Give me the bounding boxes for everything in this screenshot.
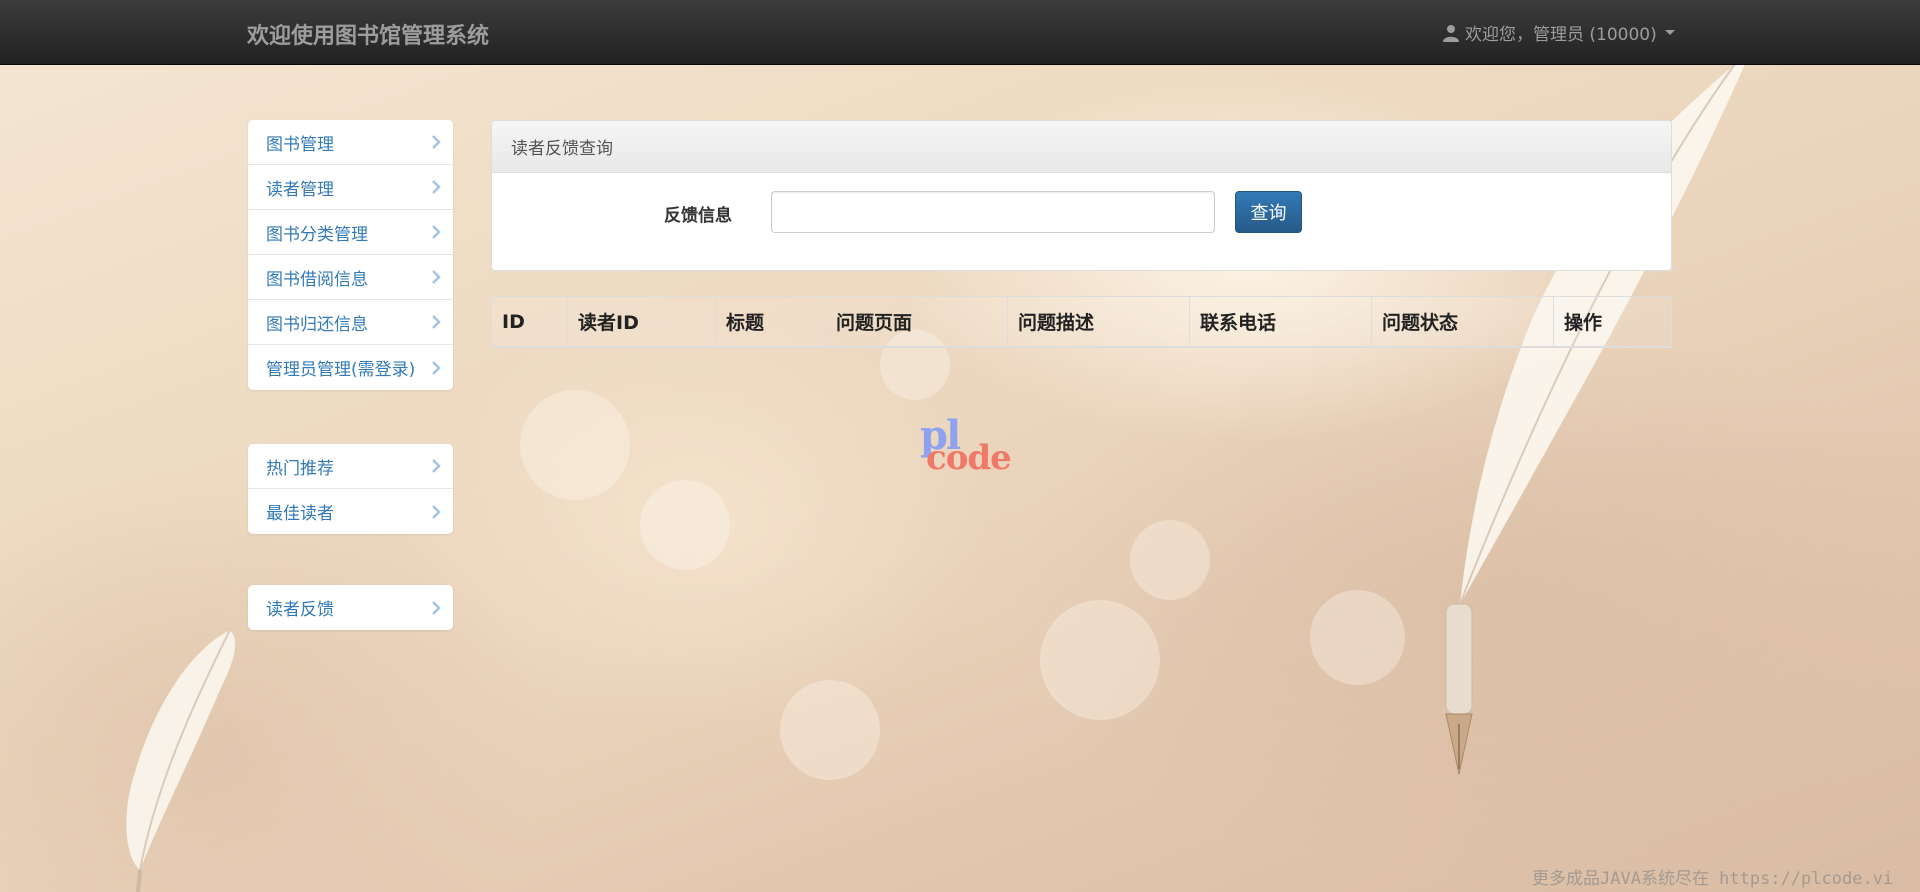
- chevron-right-icon: [432, 504, 441, 519]
- sidebar-item-label: 读者管理: [266, 179, 334, 200]
- small-feather-decoration: [126, 629, 236, 892]
- chevron-right-icon: [432, 315, 441, 329]
- top-navbar: 欢迎使用图书馆管理系统 欢迎您，管理员 (10000): [0, 0, 1920, 65]
- column-header-problem-page: 问题页面: [825, 296, 1008, 348]
- plcode-watermark-logo: pl code: [920, 412, 1020, 480]
- bokeh-light: [1040, 600, 1160, 720]
- user-menu-label: 欢迎您，管理员 (10000): [1465, 25, 1657, 45]
- sidebar-item-label: 图书分类管理: [266, 224, 368, 245]
- sidebar-item-label: 读者反馈: [266, 600, 334, 620]
- sidebar-item-label: 管理员管理(需登录): [266, 360, 416, 380]
- sidebar-item-admin-management[interactable]: 管理员管理(需登录): [248, 345, 453, 390]
- sidebar-item-label: 图书管理: [266, 134, 334, 155]
- sidebar-item-return-info[interactable]: 图书归还信息: [248, 300, 453, 345]
- sidebar-item-borrow-info[interactable]: 图书借阅信息: [248, 255, 453, 300]
- column-header-id: ID: [491, 296, 568, 348]
- sidebar-group-recommend: 热门推荐 最佳读者: [248, 444, 453, 534]
- table-header-row: ID 读者ID 标题 问题页面 问题描述 联系电话 问题状态 操作: [491, 296, 1672, 348]
- bokeh-light: [640, 480, 730, 570]
- sidebar-item-category-management[interactable]: 图书分类管理: [248, 210, 453, 255]
- sidebar-item-label: 图书借阅信息: [266, 269, 368, 290]
- feedback-table: ID 读者ID 标题 问题页面 问题描述 联系电话 问题状态 操作: [491, 296, 1672, 348]
- feedback-info-label: 反馈信息: [664, 206, 732, 226]
- sidebar-item-book-management[interactable]: 图书管理: [248, 120, 453, 165]
- sidebar-item-label: 最佳读者: [266, 504, 334, 524]
- footer-watermark-text: 更多成品JAVA系统尽在 https://plcode.vi: [1532, 869, 1894, 889]
- user-icon: [1443, 24, 1459, 42]
- logo-text-bottom: code: [926, 438, 1012, 478]
- sidebar-group-feedback: 读者反馈: [248, 585, 453, 630]
- query-button[interactable]: 查询: [1235, 191, 1302, 233]
- chevron-right-icon: [432, 459, 441, 473]
- user-menu-dropdown[interactable]: 欢迎您，管理员 (10000): [1443, 20, 1675, 45]
- column-header-problem-status: 问题状态: [1371, 296, 1554, 348]
- app-brand-title[interactable]: 欢迎使用图书馆管理系统: [247, 18, 489, 50]
- column-header-actions: 操作: [1553, 296, 1672, 348]
- bokeh-light: [780, 680, 880, 780]
- sidebar-item-reader-feedback[interactable]: 读者反馈: [248, 585, 453, 630]
- sidebar-item-label: 图书归还信息: [266, 314, 368, 335]
- feedback-info-input[interactable]: [771, 191, 1215, 233]
- sidebar-item-best-reader[interactable]: 最佳读者: [248, 489, 453, 534]
- sidebar-item-label: 热门推荐: [266, 458, 334, 479]
- sidebar-group-management: 图书管理 读者管理 图书分类管理 图书借阅信息 图书归还信息 管理员管理(需登录…: [248, 120, 453, 390]
- bokeh-light: [1130, 520, 1210, 600]
- chevron-right-icon: [432, 225, 441, 239]
- bokeh-light: [520, 390, 630, 500]
- feedback-query-panel: 读者反馈查询 反馈信息 查询: [491, 120, 1672, 271]
- caret-down-icon: [1664, 30, 1675, 35]
- column-header-problem-description: 问题描述: [1007, 296, 1190, 348]
- column-header-title: 标题: [715, 296, 826, 348]
- sidebar-item-reader-management[interactable]: 读者管理: [248, 165, 453, 210]
- chevron-right-icon: [432, 600, 441, 615]
- column-header-contact-phone: 联系电话: [1189, 296, 1372, 348]
- chevron-right-icon: [432, 360, 441, 375]
- chevron-right-icon: [432, 135, 441, 149]
- chevron-right-icon: [432, 180, 441, 194]
- bokeh-light: [1310, 590, 1405, 685]
- column-header-reader-id: 读者ID: [567, 296, 716, 348]
- sidebar-item-hot-recommend[interactable]: 热门推荐: [248, 444, 453, 489]
- chevron-right-icon: [432, 270, 441, 284]
- panel-title: 读者反馈查询: [492, 121, 1671, 173]
